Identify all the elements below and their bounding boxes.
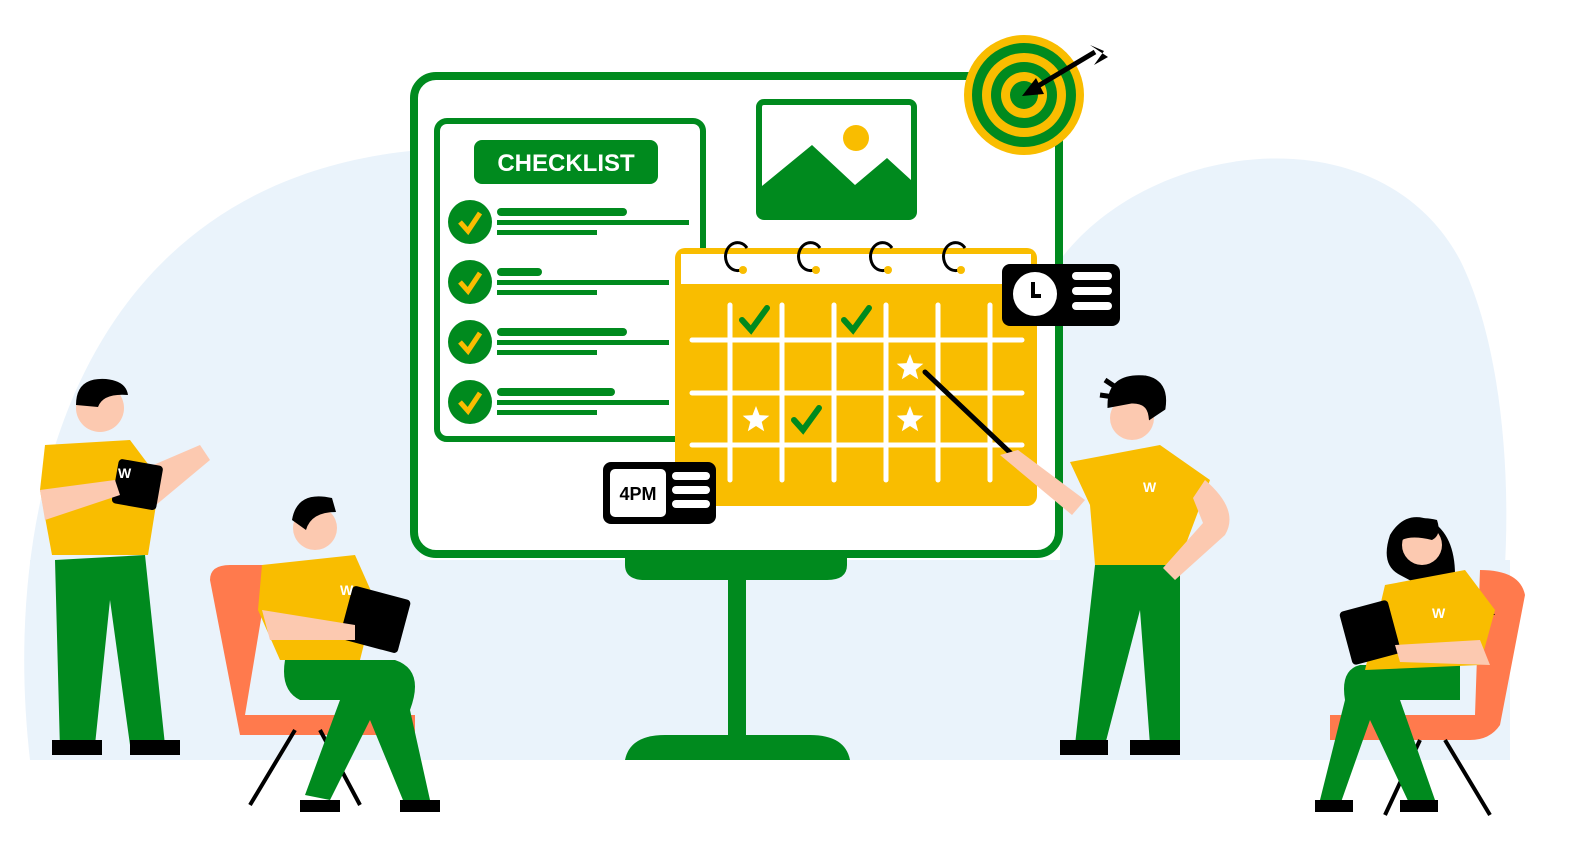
shirt-logo: W — [1143, 479, 1157, 495]
calendar — [675, 241, 1037, 506]
illustration: CHECKLIST 4PM W W W W — [24, 35, 1525, 817]
shirt-logo: W — [340, 582, 354, 598]
shirt-logo: W — [118, 465, 132, 481]
checklist-title: CHECKLIST — [497, 150, 635, 177]
time-label: 4PM — [619, 484, 656, 504]
target-icon — [964, 35, 1108, 155]
clock-badge — [1002, 264, 1120, 326]
check-circle-icon — [448, 380, 492, 424]
checklist-panel: CHECKLIST — [434, 118, 706, 442]
image-icon — [756, 99, 917, 220]
time-badge: 4PM — [603, 462, 716, 524]
shirt-logo: W — [1432, 605, 1446, 621]
check-circle-icon — [448, 260, 492, 304]
check-circle-icon — [448, 200, 492, 244]
check-circle-icon — [448, 320, 492, 364]
